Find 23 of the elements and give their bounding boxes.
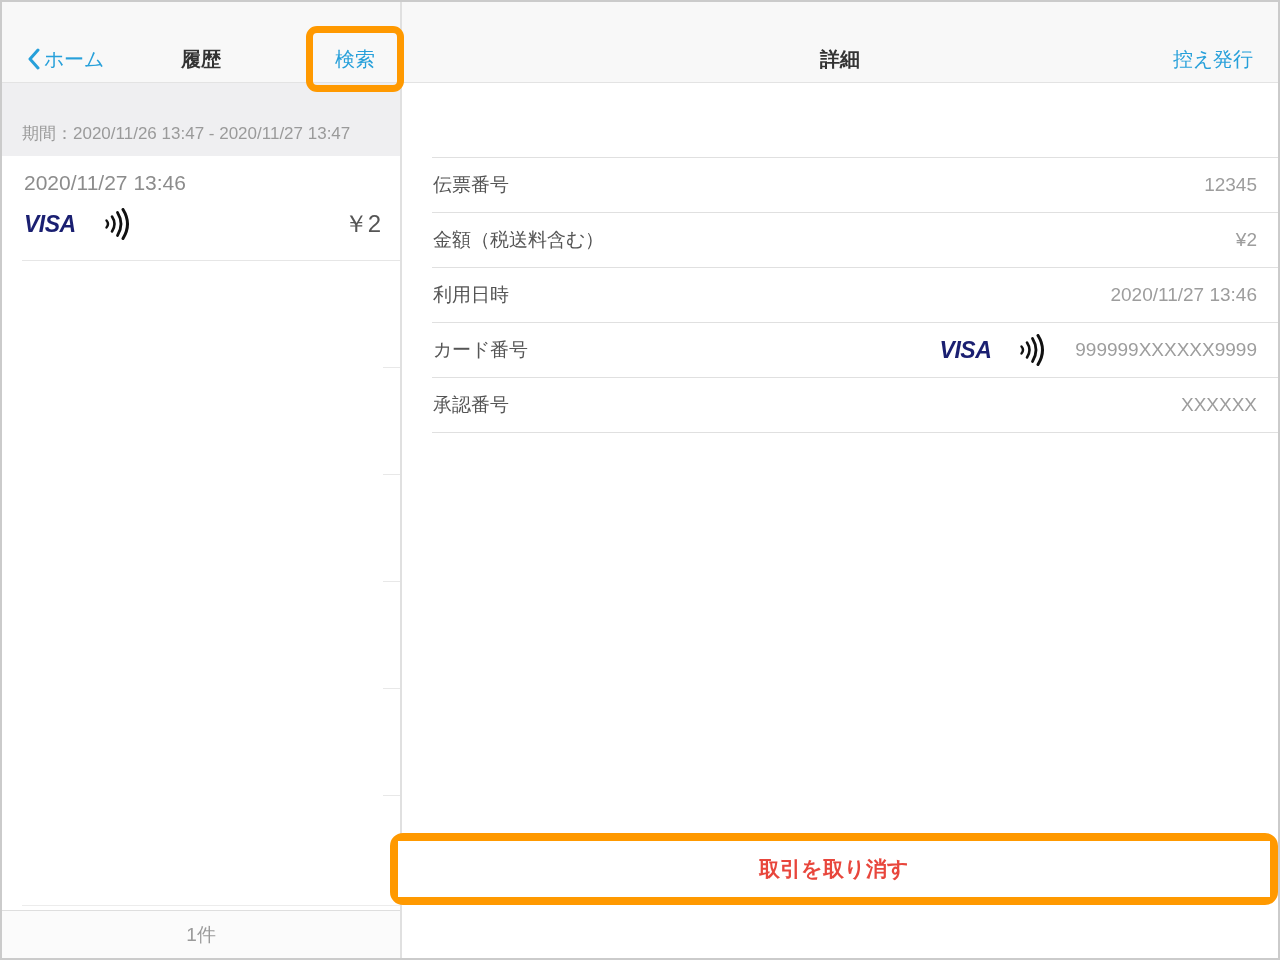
- detail-label: 利用日時: [433, 283, 509, 307]
- transaction-datetime: 2020/11/27 13:46: [24, 170, 187, 196]
- detail-value: 2020/11/27 13:46: [1110, 284, 1257, 306]
- detail-value: ¥2: [1235, 229, 1257, 251]
- nav-title: 詳細: [820, 46, 860, 72]
- detail-value: XXXXXX: [1180, 394, 1257, 416]
- cancel-transaction-button[interactable]: 取引を取り消す: [398, 841, 1270, 897]
- amount-text: ￥2: [343, 209, 381, 239]
- record-count: 1件: [186, 922, 216, 947]
- detail-label: カード番号: [433, 338, 528, 362]
- period-text: 期間：2020/11/26 13:47 - 2020/11/27 13:47: [22, 123, 351, 145]
- card-brand-logo: VISA: [939, 337, 992, 363]
- nav-title: 履歴: [181, 47, 221, 72]
- back-button[interactable]: ホーム: [27, 46, 104, 72]
- detail-label: 承認番号: [433, 393, 509, 417]
- card-number: 999999XXXXXX9999: [1075, 339, 1257, 361]
- detail-label: 伝票番号: [433, 173, 509, 197]
- chevron-left-icon: [27, 48, 40, 70]
- card-brand-logo: VISA: [24, 211, 76, 237]
- receipt-button[interactable]: 控え発行: [1173, 45, 1253, 72]
- detail-value: 12345: [1204, 174, 1257, 196]
- search-button[interactable]: 検索: [335, 46, 375, 72]
- detail-label: 金額（税送料含む）: [433, 228, 604, 252]
